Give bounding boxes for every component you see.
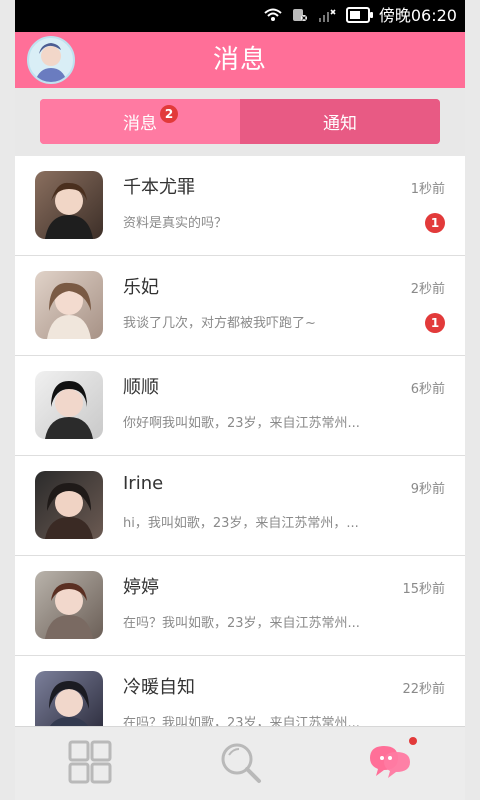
grid-icon: [68, 740, 112, 788]
app-frame: 傍晚06:20 消息 消息 2 通知 千本尤罪 1秒前 资料是真实的吗？ 1 乐…: [15, 0, 465, 800]
contact-avatar: [35, 371, 103, 439]
nav-grid[interactable]: [15, 727, 165, 800]
status-time: 傍晚06:20: [378, 6, 457, 25]
conversation-item[interactable]: 顺顺 6秒前 你好啊我叫如歌，23岁，来自江苏常州...: [15, 356, 465, 456]
contact-avatar: [35, 271, 103, 339]
nav-chat-dot: [409, 737, 417, 745]
nav-chat[interactable]: [315, 727, 465, 800]
conversation-item[interactable]: 婷婷 15秒前 在吗？我叫如歌，23岁，来自江苏常州...: [15, 556, 465, 656]
conversation-list: 千本尤罪 1秒前 资料是真实的吗？ 1 乐妃 2秒前 我谈了几次，对方都被我吓跑…: [15, 156, 465, 726]
conversation-item[interactable]: 冷暖自知 22秒前 在吗？我叫如歌，23岁，来自江苏常州...: [15, 656, 465, 726]
segmented-tabs: 消息 2 通知: [40, 99, 440, 144]
header-bar: 消息: [15, 32, 465, 88]
page-title: 消息: [212, 45, 267, 75]
message-time: 22秒前: [402, 682, 445, 697]
wifi-icon: [264, 8, 282, 22]
message-time: 6秒前: [410, 382, 445, 397]
message-time: 1秒前: [410, 182, 445, 197]
message-preview: 在吗？我叫如歌，23岁，来自江苏常州...: [123, 616, 360, 631]
contact-name: Irine: [123, 473, 164, 494]
contact-avatar: [35, 471, 103, 539]
message-time: 9秒前: [410, 482, 445, 497]
status-icons: [264, 7, 373, 23]
conversation-item[interactable]: 千本尤罪 1秒前 资料是真实的吗？ 1: [15, 156, 465, 256]
tab-messages-badge: 2: [160, 105, 178, 123]
contact-avatar: [35, 171, 103, 239]
message-preview: hi，我叫如歌，23岁，来自江苏常州，...: [123, 516, 359, 531]
message-preview: 你好啊我叫如歌，23岁，来自江苏常州...: [123, 416, 360, 431]
contact-name: 乐妃: [123, 277, 159, 298]
message-time: 15秒前: [402, 582, 445, 597]
battery-icon: [346, 7, 373, 23]
conversation-item[interactable]: Irine 9秒前 hi，我叫如歌，23岁，来自江苏常州，...: [15, 456, 465, 556]
conversation-item[interactable]: 乐妃 2秒前 我谈了几次，对方都被我吓跑了~ 1: [15, 256, 465, 356]
search-icon: [217, 739, 263, 789]
tab-notifications-label: 通知: [323, 114, 357, 134]
message-preview: 资料是真实的吗？: [123, 216, 228, 231]
chat-icon: [364, 740, 416, 788]
signal-icon: [318, 8, 336, 22]
bottom-navigation: [15, 726, 465, 800]
sim-icon: [292, 8, 308, 22]
contact-avatar: [35, 571, 103, 639]
contact-name: 婷婷: [123, 577, 159, 598]
tab-messages-label: 消息: [123, 114, 157, 134]
message-time: 2秒前: [410, 282, 445, 297]
contact-name: 冷暖自知: [123, 677, 195, 698]
message-preview: 我谈了几次，对方都被我吓跑了~: [123, 316, 316, 331]
unread-badge: 1: [425, 313, 445, 333]
contact-name: 千本尤罪: [123, 177, 195, 198]
tab-notifications[interactable]: 通知: [240, 99, 440, 144]
nav-search[interactable]: [165, 727, 315, 800]
contact-name: 顺顺: [123, 377, 159, 398]
status-bar: 傍晚06:20: [15, 0, 465, 32]
contact-avatar: [35, 671, 103, 726]
message-preview: 在吗？我叫如歌，23岁，来自江苏常州...: [123, 716, 360, 726]
tab-messages[interactable]: 消息 2: [40, 99, 240, 144]
tabs-area: 消息 2 通知: [15, 88, 465, 156]
unread-badge: 1: [425, 213, 445, 233]
